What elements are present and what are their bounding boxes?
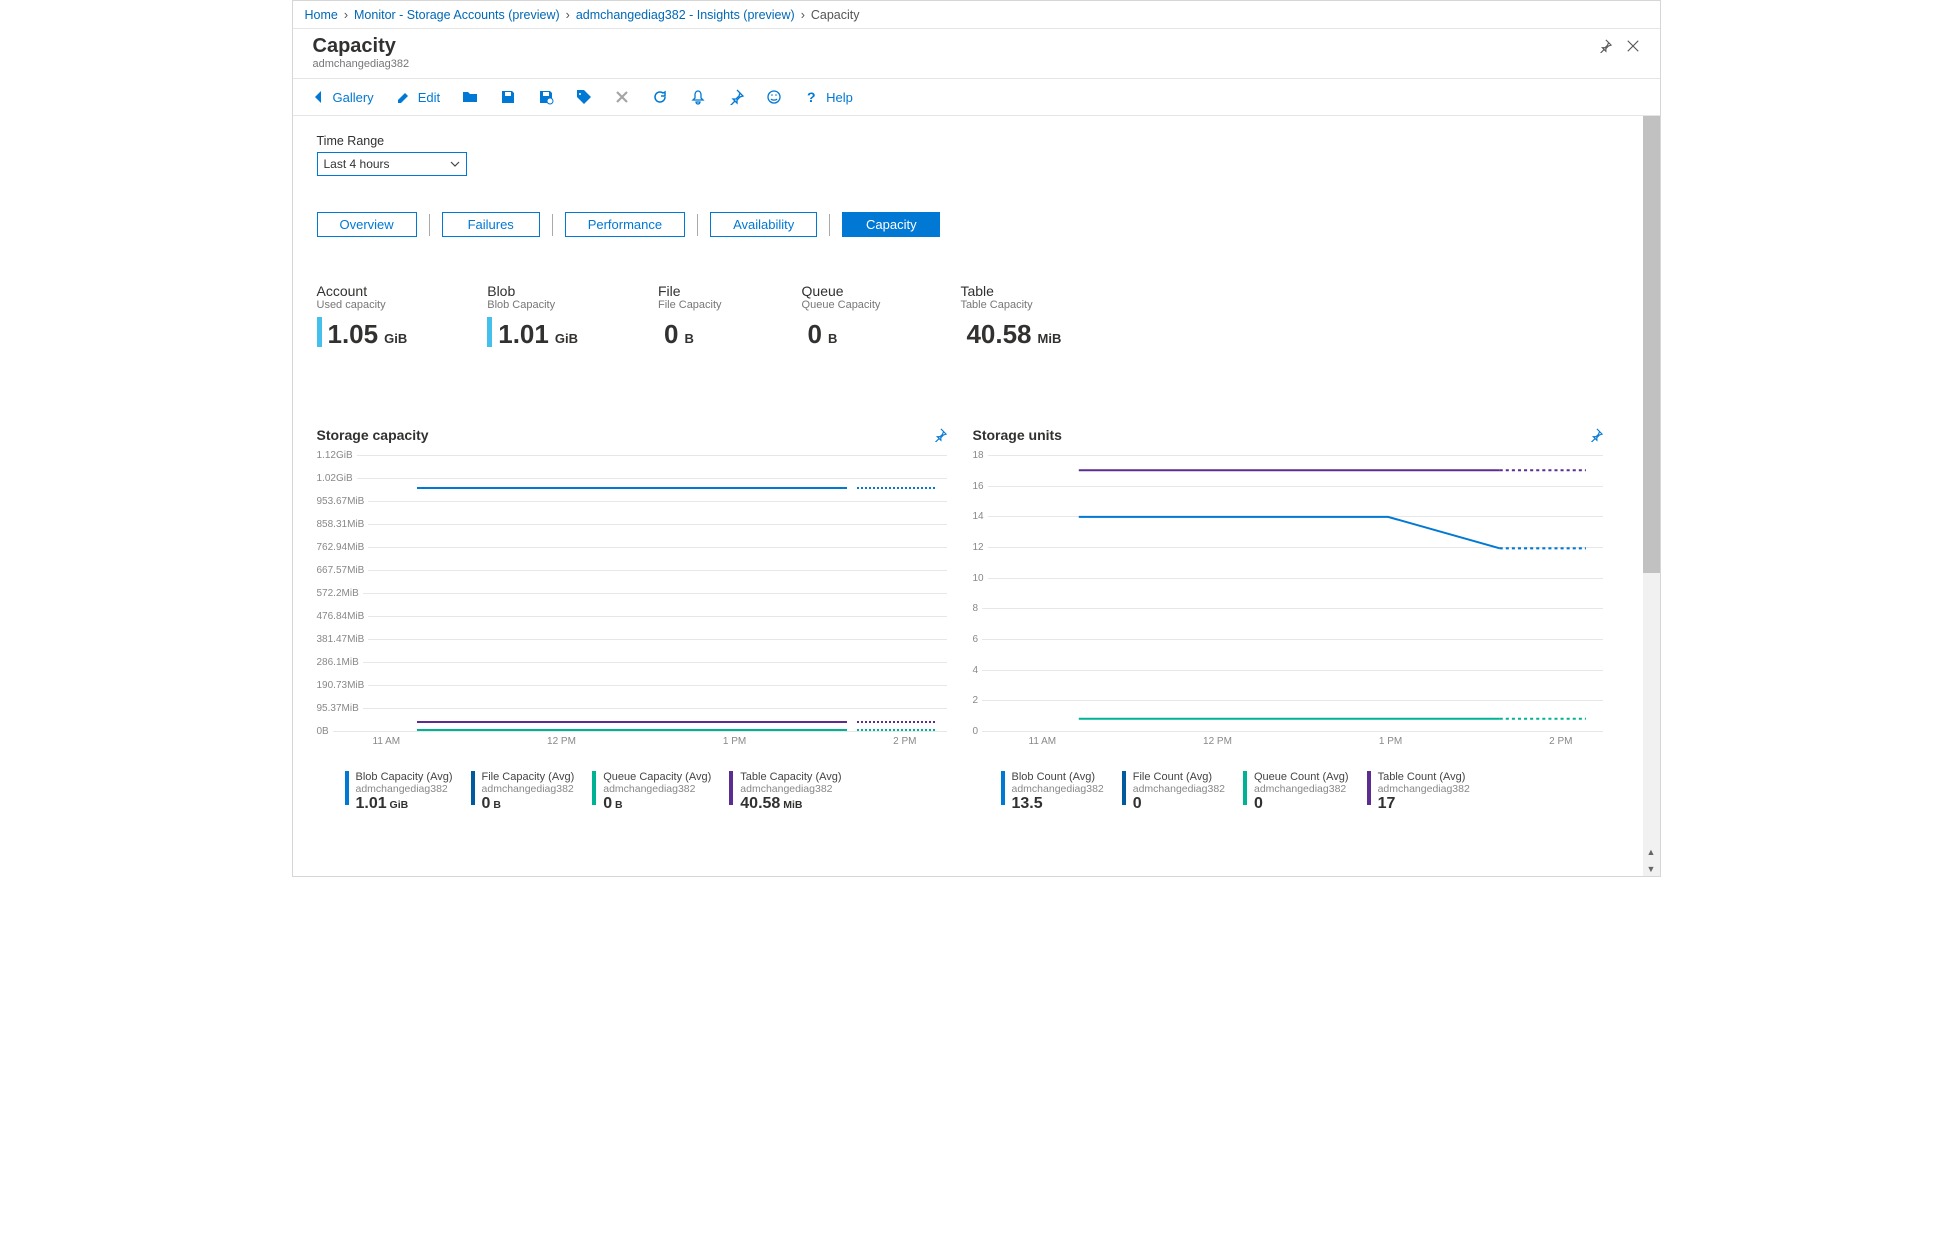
breadcrumb-insights[interactable]: admchangediag382 - Insights (preview) xyxy=(576,8,795,22)
legend-swatch xyxy=(1367,771,1371,805)
legend-swatch xyxy=(1001,771,1005,805)
metric-account: Account Used capacity 1.05 GiB xyxy=(317,283,408,347)
tab-performance[interactable]: Performance xyxy=(565,212,685,237)
legend-swatch xyxy=(1122,771,1126,805)
chart-legend: Blob Capacity (Avg)admchangediag3821.01 … xyxy=(317,771,947,813)
chevron-down-icon xyxy=(450,159,460,169)
pin-icon[interactable] xyxy=(933,428,947,442)
chart-plot: 0B95.37MiB190.73MiB286.1MiB381.47MiB476.… xyxy=(317,455,947,745)
chart-storage-units: Storage units 024681012141618 xyxy=(973,427,1603,813)
legend-item[interactable]: File Capacity (Avg)admchangediag3820 B xyxy=(471,771,575,813)
svg-text:?: ? xyxy=(807,89,816,105)
pencil-icon xyxy=(396,89,412,105)
breadcrumb-sep: › xyxy=(801,8,805,22)
legend-swatch xyxy=(592,771,596,805)
tag-icon[interactable] xyxy=(576,89,592,105)
breadcrumb-current: Capacity xyxy=(811,8,860,22)
toolbar: Gallery Edit ? Help xyxy=(293,78,1660,116)
metric-blob: Blob Blob Capacity 1.01 GiB xyxy=(487,283,578,347)
alert-icon[interactable] xyxy=(690,89,706,105)
delete-icon[interactable] xyxy=(614,89,630,105)
x-axis: 11 AM 12 PM 1 PM 2 PM xyxy=(1023,736,1603,747)
scroll-down-icon[interactable]: ▼ xyxy=(1643,860,1660,877)
metric-bar xyxy=(317,317,322,347)
legend-item[interactable]: Queue Count (Avg)admchangediag3820 xyxy=(1243,771,1349,813)
metric-bar xyxy=(487,317,492,347)
page-subtitle: admchangediag382 xyxy=(313,58,410,70)
scroll-up-icon[interactable]: ▲ xyxy=(1643,843,1660,860)
folder-icon[interactable] xyxy=(462,89,478,105)
time-range-select[interactable]: Last 4 hours xyxy=(317,152,467,176)
refresh-icon[interactable] xyxy=(652,89,668,105)
edit-button[interactable]: Edit xyxy=(396,89,440,105)
close-icon[interactable] xyxy=(1626,39,1640,53)
breadcrumb: Home › Monitor - Storage Accounts (previ… xyxy=(293,1,1660,29)
metric-file: File File Capacity 0 B xyxy=(658,283,722,347)
breadcrumb-sep: › xyxy=(566,8,570,22)
save-icon[interactable] xyxy=(500,89,516,105)
summary-metrics: Account Used capacity 1.05 GiB Blob Blob… xyxy=(317,283,1619,347)
chart-title: Storage capacity xyxy=(317,427,429,443)
chart-plot: 024681012141618 xyxy=(973,455,1603,745)
tab-overview[interactable]: Overview xyxy=(317,212,417,237)
vertical-scrollbar[interactable]: ▲ ▼ xyxy=(1643,116,1660,877)
page-title: Capacity xyxy=(313,35,410,58)
help-button[interactable]: ? Help xyxy=(804,89,853,105)
pin-icon[interactable] xyxy=(728,89,744,105)
breadcrumb-sep: › xyxy=(344,8,348,22)
tab-availability[interactable]: Availability xyxy=(710,212,817,237)
question-icon: ? xyxy=(804,89,820,105)
gallery-button[interactable]: Gallery xyxy=(311,89,374,105)
save-as-icon[interactable] xyxy=(538,89,554,105)
legend-swatch xyxy=(729,771,733,805)
chart-title: Storage units xyxy=(973,427,1062,443)
legend-item[interactable]: Table Count (Avg)admchangediag38217 xyxy=(1367,771,1470,813)
legend-item[interactable]: Blob Capacity (Avg)admchangediag3821.01 … xyxy=(345,771,453,813)
time-range-label: Time Range xyxy=(317,134,1619,148)
x-axis: 11 AM 12 PM 1 PM 2 PM xyxy=(367,736,947,747)
insight-tabs: Overview Failures Performance Availabili… xyxy=(317,212,1619,237)
tab-failures[interactable]: Failures xyxy=(442,212,540,237)
metric-table: Table Table Capacity 40.58 MiB xyxy=(960,283,1061,347)
legend-item[interactable]: File Count (Avg)admchangediag3820 xyxy=(1122,771,1225,813)
scrollbar-thumb[interactable] xyxy=(1643,116,1660,573)
pin-icon[interactable] xyxy=(1598,39,1612,53)
legend-item[interactable]: Table Capacity (Avg)admchangediag38240.5… xyxy=(729,771,841,813)
legend-item[interactable]: Blob Count (Avg)admchangediag38213.5 xyxy=(1001,771,1104,813)
tab-capacity[interactable]: Capacity xyxy=(842,212,940,237)
legend-swatch xyxy=(345,771,349,805)
legend-item[interactable]: Queue Capacity (Avg)admchangediag3820 B xyxy=(592,771,711,813)
breadcrumb-monitor[interactable]: Monitor - Storage Accounts (preview) xyxy=(354,8,560,22)
metric-queue: Queue Queue Capacity 0 B xyxy=(802,283,881,347)
chart-storage-capacity: Storage capacity 0B95.37MiB190.73MiB286.… xyxy=(317,427,947,813)
arrow-left-icon xyxy=(311,89,327,105)
legend-swatch xyxy=(1243,771,1247,805)
chart-legend: Blob Count (Avg)admchangediag38213.5 Fil… xyxy=(973,771,1603,813)
pin-icon[interactable] xyxy=(1589,428,1603,442)
breadcrumb-home[interactable]: Home xyxy=(305,8,338,22)
legend-swatch xyxy=(471,771,475,805)
smile-icon[interactable] xyxy=(766,89,782,105)
